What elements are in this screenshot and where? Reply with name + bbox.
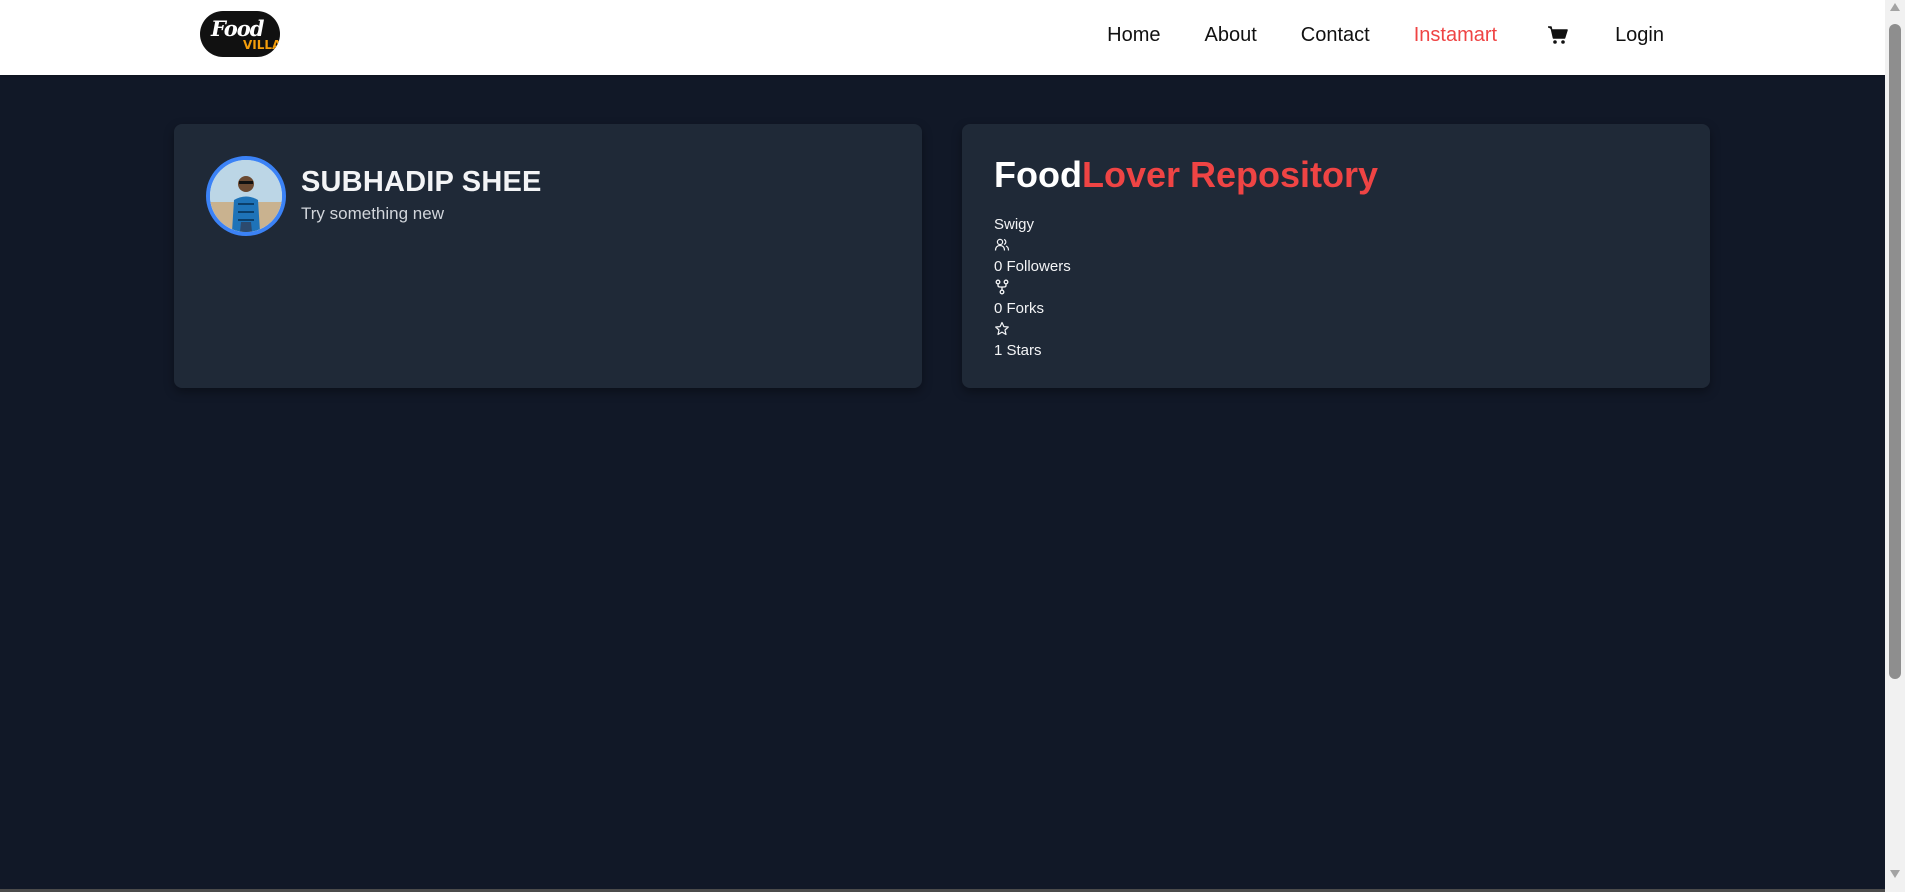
cart-icon[interactable] (1547, 23, 1571, 47)
food-villa-logo[interactable]: Food VILLA (200, 11, 280, 57)
nav-links: Home About Contact Instamart Login (1063, 0, 1664, 70)
fork-icon (994, 279, 1071, 299)
navbar: Food VILLA Home About Contact Instamart … (0, 0, 1885, 75)
nav-link-home[interactable]: Home (1107, 24, 1160, 47)
nav-link-about[interactable]: About (1205, 24, 1257, 47)
vertical-scrollbar[interactable] (1885, 0, 1905, 892)
login-link[interactable]: Login (1615, 24, 1664, 47)
logo-villa-text: VILLA (243, 38, 280, 52)
repo-card: FoodLover Repository Swigy 0 Followers 0… (962, 124, 1710, 388)
repo-title: FoodLover Repository (994, 154, 1378, 196)
repo-stats: Swigy 0 Followers 0 Forks 1 Stars (994, 215, 1071, 361)
repo-title-part2: Lover Repository (1081, 154, 1379, 195)
repo-forks: 0 Forks (994, 300, 1045, 317)
star-icon (994, 321, 1071, 341)
profile-name: SUBHADIP SHEE (301, 166, 542, 198)
profile-tagline: Try something new (301, 204, 444, 223)
repo-title-part1: Food (994, 154, 1082, 195)
scroll-down-arrow-icon[interactable] (1890, 870, 1900, 878)
repo-followers: 0 Followers (994, 258, 1071, 275)
nav-link-contact[interactable]: Contact (1301, 24, 1370, 47)
scroll-up-arrow-icon[interactable] (1890, 3, 1900, 11)
scroll-thumb[interactable] (1889, 24, 1901, 679)
nav-link-instamart[interactable]: Instamart (1414, 24, 1497, 47)
avatar (206, 156, 286, 236)
repo-stars: 1 Stars (994, 342, 1042, 359)
profile-card: SUBHADIP SHEE Try something new (174, 124, 922, 388)
users-icon (994, 237, 1071, 257)
repo-owner: Swigy (994, 216, 1035, 233)
